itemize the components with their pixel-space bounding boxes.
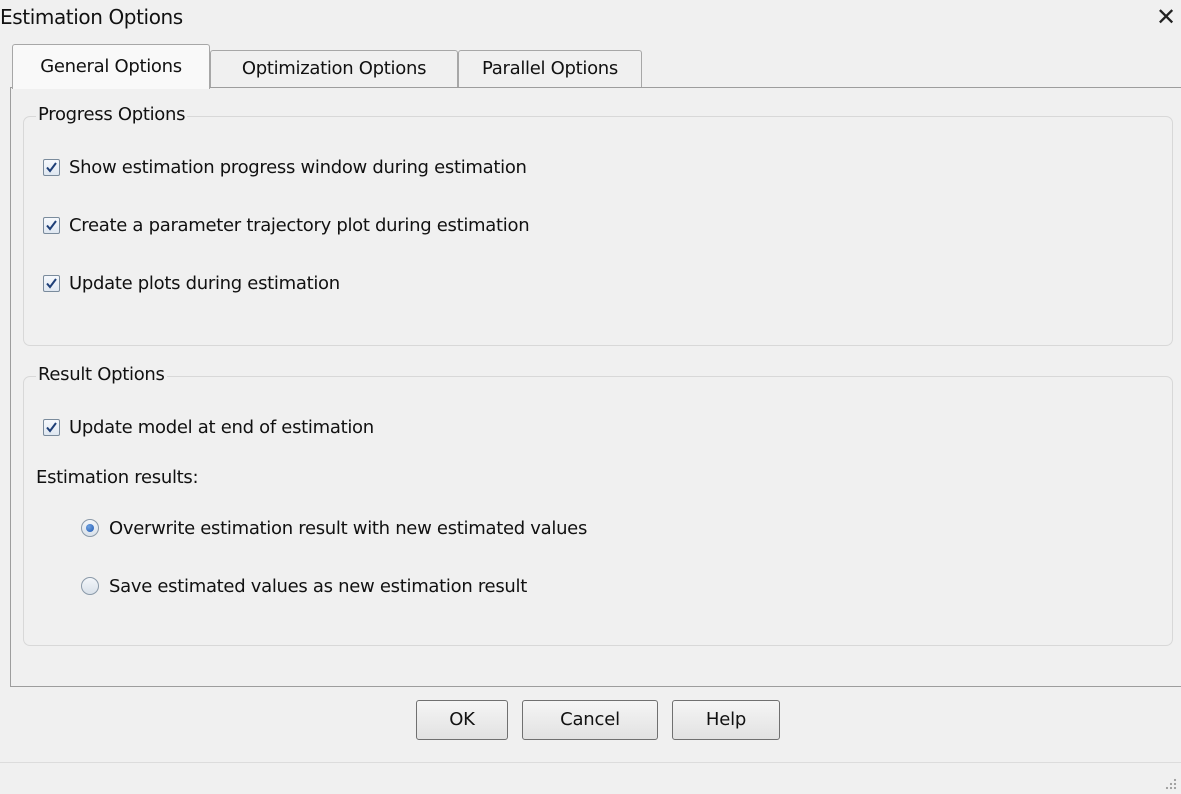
ok-button[interactable]: OK [416,700,508,740]
window-title: Estimation Options [0,5,183,29]
status-bar [0,762,1181,794]
show-progress-window-row[interactable]: Show estimation progress window during e… [43,154,527,180]
radio-selected-dot [86,524,94,532]
save-new-result-label: Save estimated values as new estimation … [109,575,527,597]
overwrite-result-row[interactable]: Overwrite estimation result with new est… [81,515,587,541]
parameter-trajectory-checkbox[interactable] [43,216,60,234]
tab-optimization-options[interactable]: Optimization Options [210,50,458,87]
close-icon: ✕ [1155,3,1177,31]
checkmark-icon [46,421,57,433]
update-model-checkbox[interactable] [43,418,60,436]
title-bar: Estimation Options ✕ [0,0,1181,36]
progress-options-group: Progress Options Show estimation progres… [23,104,1173,346]
resize-grip-icon[interactable] [1163,776,1177,790]
tab-general-options[interactable]: General Options [12,44,210,89]
tab-parallel-options[interactable]: Parallel Options [458,50,642,87]
update-model-row[interactable]: Update model at end of estimation [43,414,374,440]
estimation-results-label: Estimation results: [36,467,199,488]
general-options-panel: Progress Options Show estimation progres… [10,87,1181,687]
overwrite-result-label: Overwrite estimation result with new est… [109,517,588,539]
checkmark-icon [46,219,57,231]
update-model-label: Update model at end of estimation [69,416,374,438]
show-progress-window-checkbox[interactable] [43,158,60,176]
update-plots-checkbox[interactable] [43,274,60,292]
checkmark-icon [46,161,57,173]
parameter-trajectory-label: Create a parameter trajectory plot durin… [69,214,530,236]
overwrite-result-radio[interactable] [81,519,99,537]
checkmark-icon [46,277,57,289]
parameter-trajectory-row[interactable]: Create a parameter trajectory plot durin… [43,212,530,238]
show-progress-window-label: Show estimation progress window during e… [69,156,527,178]
update-plots-label: Update plots during estimation [69,272,340,294]
close-button[interactable]: ✕ [1153,2,1179,32]
save-new-result-radio[interactable] [81,577,99,595]
result-options-group: Result Options Update model at end of es… [23,364,1173,646]
help-button[interactable]: Help [672,700,780,740]
cancel-button[interactable]: Cancel [522,700,658,740]
result-options-title: Result Options [36,364,167,385]
save-new-result-row[interactable]: Save estimated values as new estimation … [81,573,527,599]
progress-options-title: Progress Options [36,104,188,125]
update-plots-row[interactable]: Update plots during estimation [43,270,340,296]
